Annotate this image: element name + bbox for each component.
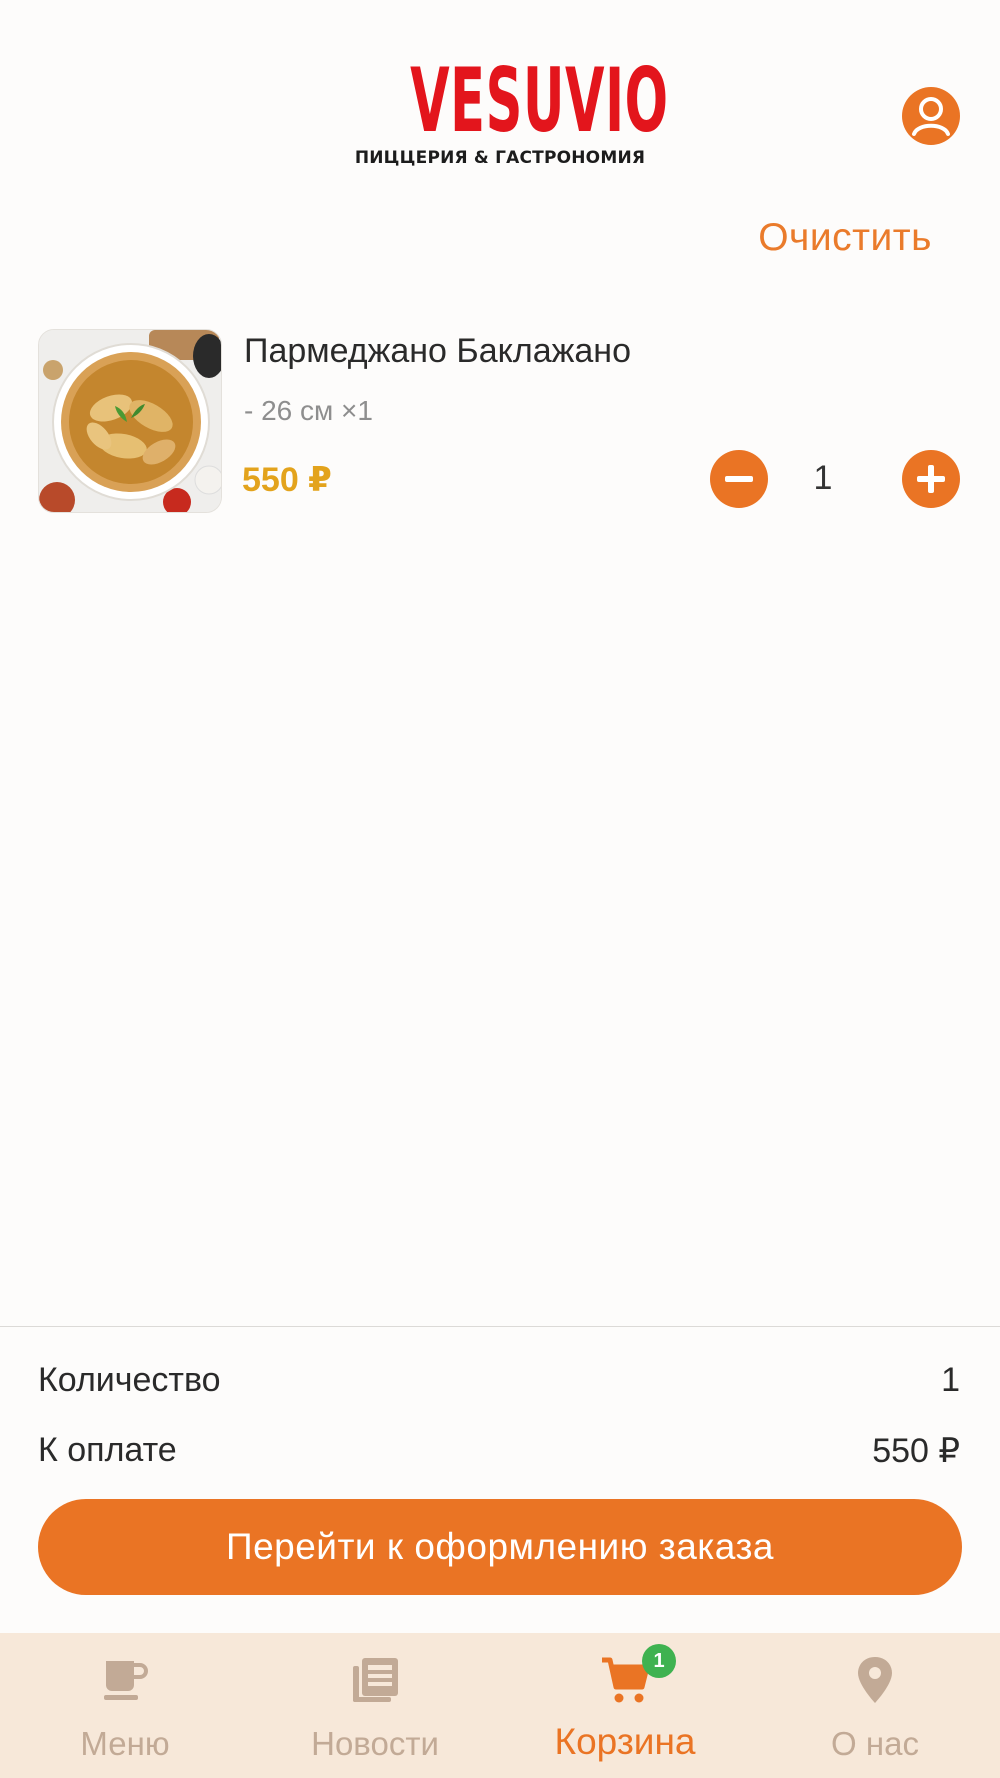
nav-item-news[interactable]: Новости xyxy=(250,1633,500,1778)
checkout-button[interactable]: Перейти к оформлению заказа xyxy=(38,1499,962,1595)
logo-wordmark: VESUVIO xyxy=(410,49,669,152)
total-value: 550 ₽ xyxy=(872,1432,960,1470)
clear-cart-button[interactable]: Очистить xyxy=(758,216,932,260)
cart-count-badge: 1 xyxy=(642,1644,676,1678)
nav-label-news: Новости xyxy=(311,1725,439,1762)
nav-label-menu: Меню xyxy=(80,1725,170,1762)
total-label: К оплате xyxy=(38,1431,177,1469)
item-variant: - 26 см ×1 xyxy=(244,395,373,426)
profile-button[interactable] xyxy=(902,87,960,145)
item-name: Пармеджано Баклажано xyxy=(244,332,631,370)
newspaper-icon xyxy=(353,1658,398,1702)
map-pin-icon xyxy=(858,1657,892,1703)
cart-item: Пармеджано Баклажано - 26 см ×1 550 ₽ 1 xyxy=(38,329,962,513)
coffee-cup-icon xyxy=(104,1661,148,1700)
increase-quantity-button[interactable] xyxy=(902,450,960,508)
quantity-value: 1 xyxy=(813,459,833,497)
pizza-photo xyxy=(38,329,222,513)
app-header: VESUVIO ПИЦЦЕРИЯ & ГАСТРОНОМИЯ xyxy=(0,0,1000,200)
nav-label-about: О нас xyxy=(831,1725,919,1762)
nav-item-menu[interactable]: Меню xyxy=(0,1633,250,1778)
quantity-total: 1 xyxy=(941,1361,960,1399)
nav-item-about[interactable]: О нас xyxy=(750,1633,1000,1778)
order-summary: Количество 1 К оплате 550 ₽ Перейти к оф… xyxy=(0,1326,1000,1633)
item-price: 550 ₽ xyxy=(242,461,332,499)
nav-label-cart: Корзина xyxy=(554,1721,696,1762)
nav-item-cart[interactable]: 1 Корзина xyxy=(500,1633,750,1778)
user-circle-icon xyxy=(902,87,960,145)
quantity-label: Количество xyxy=(38,1361,221,1399)
minus-icon xyxy=(710,450,768,508)
decrease-quantity-button[interactable] xyxy=(710,450,768,508)
plus-icon xyxy=(902,450,960,508)
bottom-navigation: Меню Новости 1 Корзина О нас xyxy=(0,1633,1000,1778)
vesuvio-logo: VESUVIO ПИЦЦЕРИЯ & ГАСТРОНОМИЯ xyxy=(345,49,669,169)
